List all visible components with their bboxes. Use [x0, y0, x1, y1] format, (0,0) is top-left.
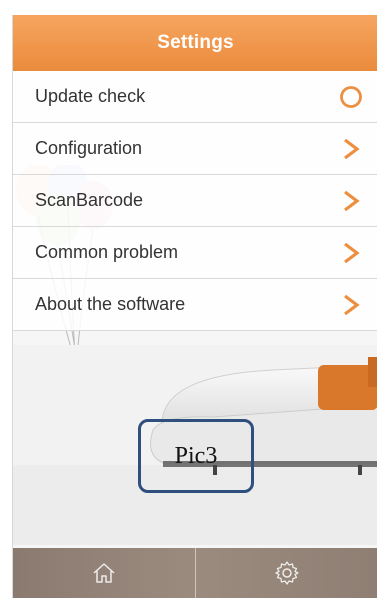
home-icon — [93, 563, 115, 583]
menu-item-configuration[interactable]: Configuration — [13, 123, 377, 175]
app-screen: Settings Update check Configuration Scan… — [12, 15, 377, 598]
menu-item-label: About the software — [35, 294, 186, 314]
gear-icon — [275, 561, 299, 585]
chevron-right-icon — [344, 242, 360, 264]
bottom-nav-bar — [13, 548, 377, 598]
menu-item-label: Configuration — [35, 138, 143, 158]
header-bar: Settings — [13, 15, 377, 71]
menu-item-update-check[interactable]: Update check — [13, 71, 377, 123]
chevron-right-icon — [344, 294, 360, 316]
home-button[interactable] — [13, 548, 195, 598]
menu-item-label: ScanBarcode — [35, 190, 144, 210]
page-title: Settings — [157, 32, 234, 53]
settings-button[interactable] — [196, 548, 377, 598]
settings-menu: Update check Configuration ScanBarcode C… — [13, 71, 377, 331]
menu-item-label: Update check — [35, 86, 146, 106]
menu-item-common-problem[interactable]: Common problem — [13, 227, 377, 279]
annotation-callout: Pic3 — [138, 419, 254, 493]
menu-item-label: Common problem — [35, 242, 179, 262]
annotation-label: Pic3 — [174, 442, 218, 469]
chevron-right-icon — [344, 190, 360, 212]
chevron-right-icon — [344, 138, 360, 160]
menu-item-scanbarcode[interactable]: ScanBarcode — [13, 175, 377, 227]
circle-icon — [340, 86, 362, 108]
menu-item-about-the-software[interactable]: About the software — [13, 279, 377, 331]
